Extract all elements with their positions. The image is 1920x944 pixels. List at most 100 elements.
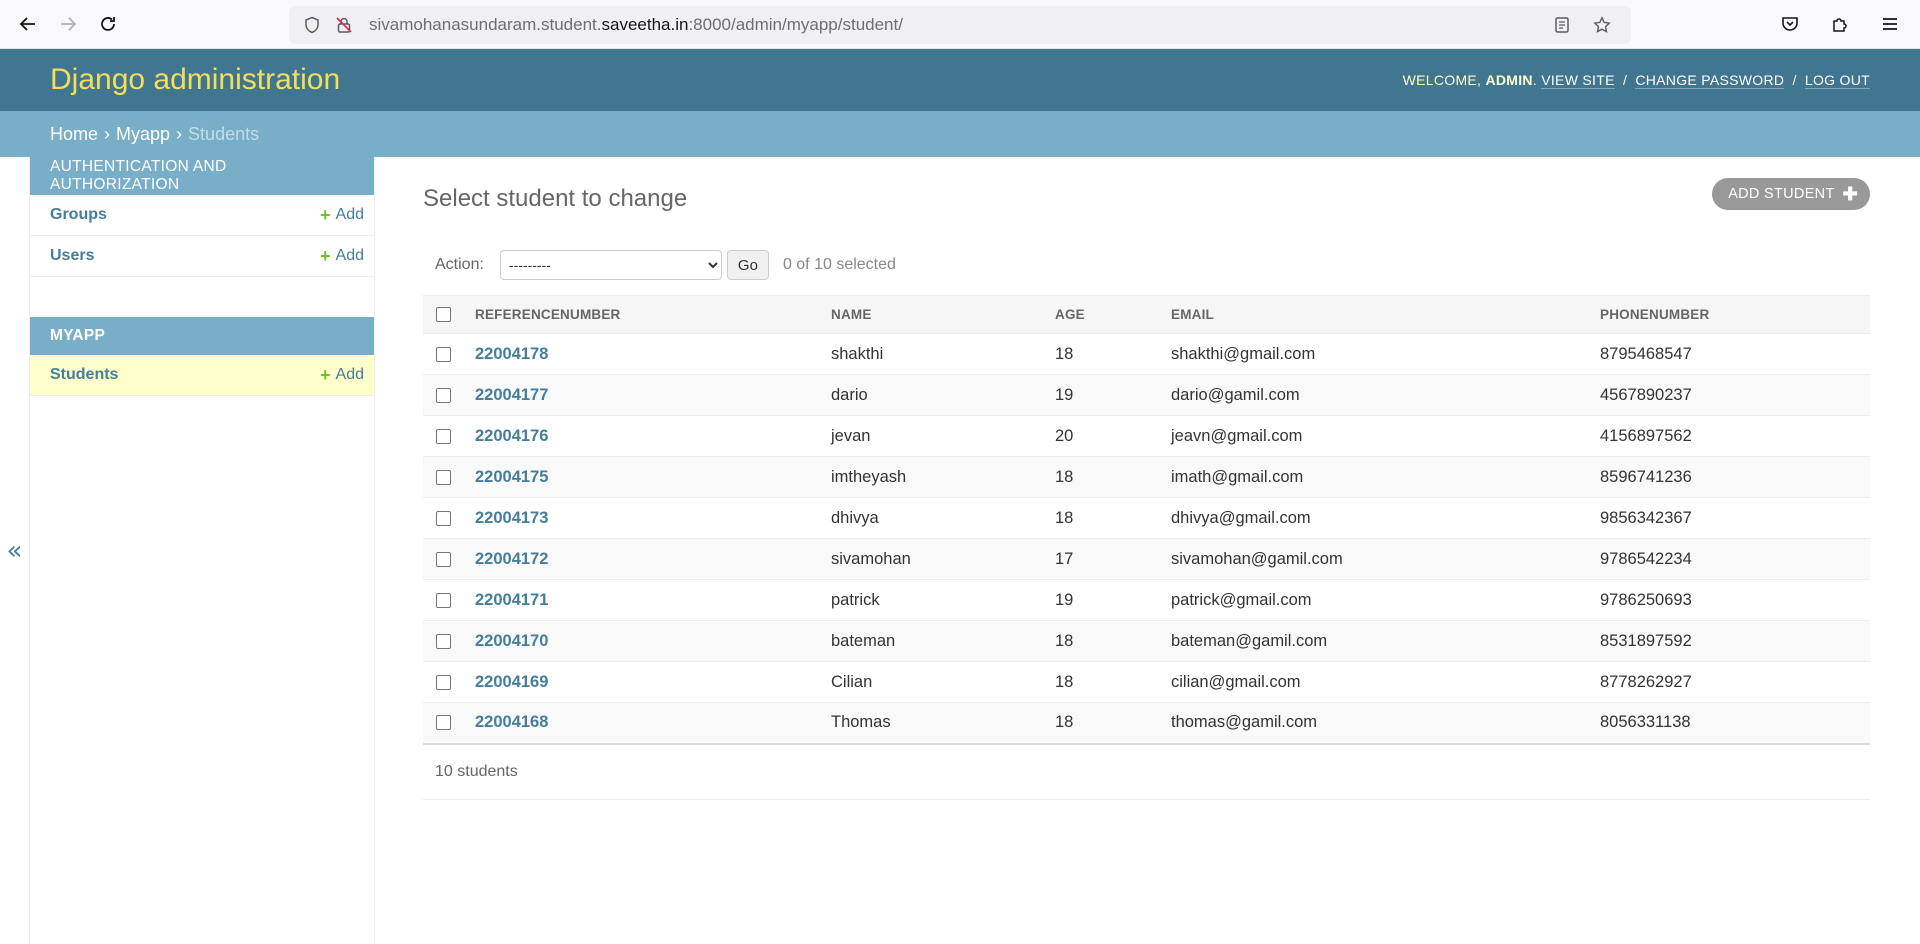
ref-link[interactable]: 22004175 <box>475 468 548 486</box>
row-checkbox[interactable] <box>436 633 451 649</box>
separator: / <box>1622 72 1628 88</box>
table-row: 22004169 Cilian 18 cilian@gmail.com 87782629… <box>423 661 1870 703</box>
row-checkbox[interactable] <box>436 674 451 690</box>
reader-view-icon[interactable] <box>1549 12 1575 38</box>
breadcrumb-separator: › <box>104 123 111 144</box>
age-cell: 18 <box>1055 661 1171 703</box>
ref-link[interactable]: 22004168 <box>475 713 548 731</box>
go-button[interactable]: Go <box>726 250 769 280</box>
menu-button[interactable] <box>1872 6 1908 42</box>
ref-link[interactable]: 22004171 <box>475 591 548 609</box>
table-row: 22004173 dhivya 18 dhivya@gmail.com 98563423… <box>423 497 1870 539</box>
row-checkbox[interactable] <box>436 428 451 444</box>
phone-cell: 8795468547 <box>1600 333 1870 375</box>
column-header-phonenumber[interactable]: PhoneNumber <box>1600 295 1870 334</box>
row-select-cell <box>423 415 475 457</box>
site-branding[interactable]: Django administration <box>50 63 340 97</box>
add-group-link[interactable]: + Add <box>320 205 364 226</box>
sidebar-item-groups: Groups + Add <box>30 195 374 236</box>
add-user-link[interactable]: + Add <box>320 246 364 267</box>
browser-toolbar: sivamohanasundaram.student.saveetha.in:8… <box>0 0 1920 49</box>
url-bar[interactable]: sivamohanasundaram.student.saveetha.in:8… <box>289 6 1631 44</box>
breadcrumb-app[interactable]: Myapp <box>116 124 170 145</box>
column-header-name[interactable]: Name <box>831 295 1055 334</box>
email-cell: jeavn@gmail.com <box>1171 415 1600 457</box>
age-cell: 18 <box>1055 620 1171 662</box>
bookmark-star-icon[interactable] <box>1589 12 1615 38</box>
row-checkbox[interactable] <box>436 715 451 731</box>
row-select-cell <box>423 333 475 375</box>
toggle-sidebar-button[interactable]: « <box>0 157 30 944</box>
admin-header: Django administration Welcome, admin. Vi… <box>0 49 1920 111</box>
insecure-lock-icon[interactable] <box>331 12 357 38</box>
back-button[interactable] <box>10 6 46 42</box>
phone-cell: 9856342367 <box>1600 497 1870 539</box>
ref-link[interactable]: 22004178 <box>475 345 548 363</box>
breadcrumb-home[interactable]: Home <box>50 124 98 145</box>
column-header-email[interactable]: Email <box>1171 295 1600 334</box>
select-all-checkbox[interactable] <box>436 307 451 323</box>
collapse-sidebar-icon: « <box>6 535 23 566</box>
name-cell: dhivya <box>831 497 1055 539</box>
age-cell: 20 <box>1055 415 1171 457</box>
log-out-link[interactable]: Log out <box>1804 72 1870 89</box>
row-select-cell <box>423 661 475 703</box>
row-checkbox[interactable] <box>436 551 451 567</box>
table-row: 22004178 shakthi 18 shakthi@gmail.com 879546… <box>423 333 1870 375</box>
ref-cell: 22004175 <box>475 456 831 498</box>
row-checkbox[interactable] <box>436 592 451 608</box>
phone-cell: 8531897592 <box>1600 620 1870 662</box>
row-checkbox[interactable] <box>436 346 451 362</box>
extensions-button[interactable] <box>1822 6 1858 42</box>
welcome-text: Welcome, <box>1402 72 1482 88</box>
ref-link[interactable]: 22004172 <box>475 550 548 568</box>
ref-link[interactable]: 22004169 <box>475 673 548 691</box>
table-row: 22004172 sivamohan 17 sivamohan@gamil.com 97… <box>423 538 1870 580</box>
row-checkbox[interactable] <box>436 510 451 526</box>
ref-link[interactable]: 22004173 <box>475 509 548 527</box>
shield-icon[interactable] <box>299 12 325 38</box>
row-select-cell <box>423 497 475 539</box>
view-site-link[interactable]: View site <box>1541 72 1615 89</box>
forward-button[interactable] <box>50 6 86 42</box>
column-header-age[interactable]: Age <box>1055 295 1171 334</box>
students-link[interactable]: Students <box>50 366 118 384</box>
email-cell: cilian@gmail.com <box>1171 661 1600 703</box>
email-cell: shakthi@gmail.com <box>1171 333 1600 375</box>
change-password-link[interactable]: Change password <box>1635 72 1785 89</box>
nav-sidebar: Authentication and Authorization Groups … <box>30 157 375 944</box>
row-checkbox[interactable] <box>436 469 451 485</box>
ref-link[interactable]: 22004170 <box>475 632 548 650</box>
add-student-sidebar-link[interactable]: + Add <box>320 365 364 386</box>
add-student-label: Add student <box>1728 186 1835 202</box>
myapp-link[interactable]: Myapp <box>50 327 105 345</box>
pocket-button[interactable] <box>1772 6 1808 42</box>
row-select-cell <box>423 456 475 498</box>
phone-cell: 8056331138 <box>1600 702 1870 745</box>
add-student-button[interactable]: Add student ✚ <box>1712 178 1870 210</box>
auth-app-link[interactable]: Authentication and Authorization <box>50 158 354 194</box>
row-checkbox[interactable] <box>436 387 451 403</box>
row-select-cell <box>423 702 475 745</box>
phone-cell: 9786250693 <box>1600 579 1870 621</box>
ref-cell: 22004176 <box>475 415 831 457</box>
phone-cell: 4567890237 <box>1600 374 1870 416</box>
users-link[interactable]: Users <box>50 247 94 265</box>
table-row: 22004176 jevan 20 jeavn@gmail.com 4156897562 <box>423 415 1870 457</box>
module-myapp: Myapp Students + Add <box>30 317 374 396</box>
reload-button[interactable] <box>90 6 126 42</box>
phone-cell: 4156897562 <box>1600 415 1870 457</box>
groups-link[interactable]: Groups <box>50 206 107 224</box>
select-all-cell <box>423 295 475 334</box>
email-cell: imath@gmail.com <box>1171 456 1600 498</box>
action-select[interactable]: --------- <box>499 250 722 280</box>
object-tools: Add student ✚ <box>1712 178 1870 210</box>
ref-link[interactable]: 22004176 <box>475 427 548 445</box>
plus-icon: + <box>320 364 331 385</box>
puzzle-icon <box>1833 18 1847 32</box>
ref-link[interactable]: 22004177 <box>475 386 548 404</box>
separator: / <box>1792 72 1797 88</box>
column-header-referencenumber[interactable]: ReferenceNumber <box>475 295 831 334</box>
name-cell: Cilian <box>831 661 1055 703</box>
ref-cell: 22004173 <box>475 497 831 539</box>
